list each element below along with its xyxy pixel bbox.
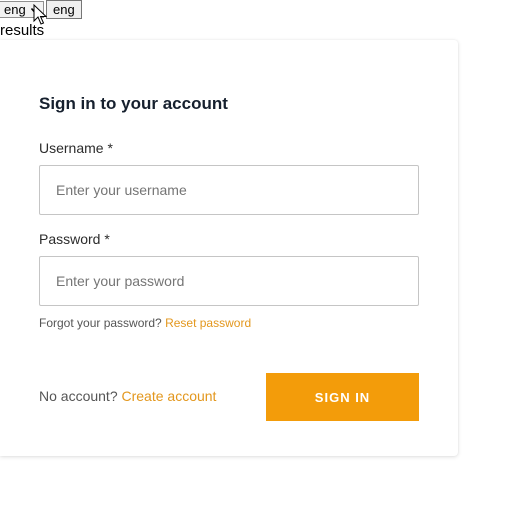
signin-title: Sign in to your account: [39, 94, 228, 113]
reset-password-link[interactable]: Reset password: [165, 316, 251, 330]
forgot-password-row: Forgot your password? Reset password: [39, 316, 251, 330]
language-button[interactable]: eng: [46, 0, 82, 19]
signin-button[interactable]: SIGN IN: [266, 373, 419, 421]
no-account-text: No account?: [39, 388, 118, 404]
top-toolbar: eng eng: [0, 0, 82, 19]
forgot-password-text: Forgot your password?: [39, 316, 162, 330]
password-label: Password *: [39, 231, 110, 247]
signin-card: Sign in to your account Username * Passw…: [0, 40, 458, 456]
username-input[interactable]: [39, 165, 419, 215]
create-account-link[interactable]: Create account: [122, 388, 217, 404]
password-input[interactable]: [39, 256, 419, 306]
no-account-row: No account? Create account: [39, 388, 216, 404]
language-select[interactable]: eng: [0, 1, 44, 18]
results-text: results: [0, 22, 45, 39]
language-select-value: eng: [4, 2, 26, 17]
chevron-down-icon: [31, 7, 38, 14]
username-label: Username *: [39, 140, 113, 156]
